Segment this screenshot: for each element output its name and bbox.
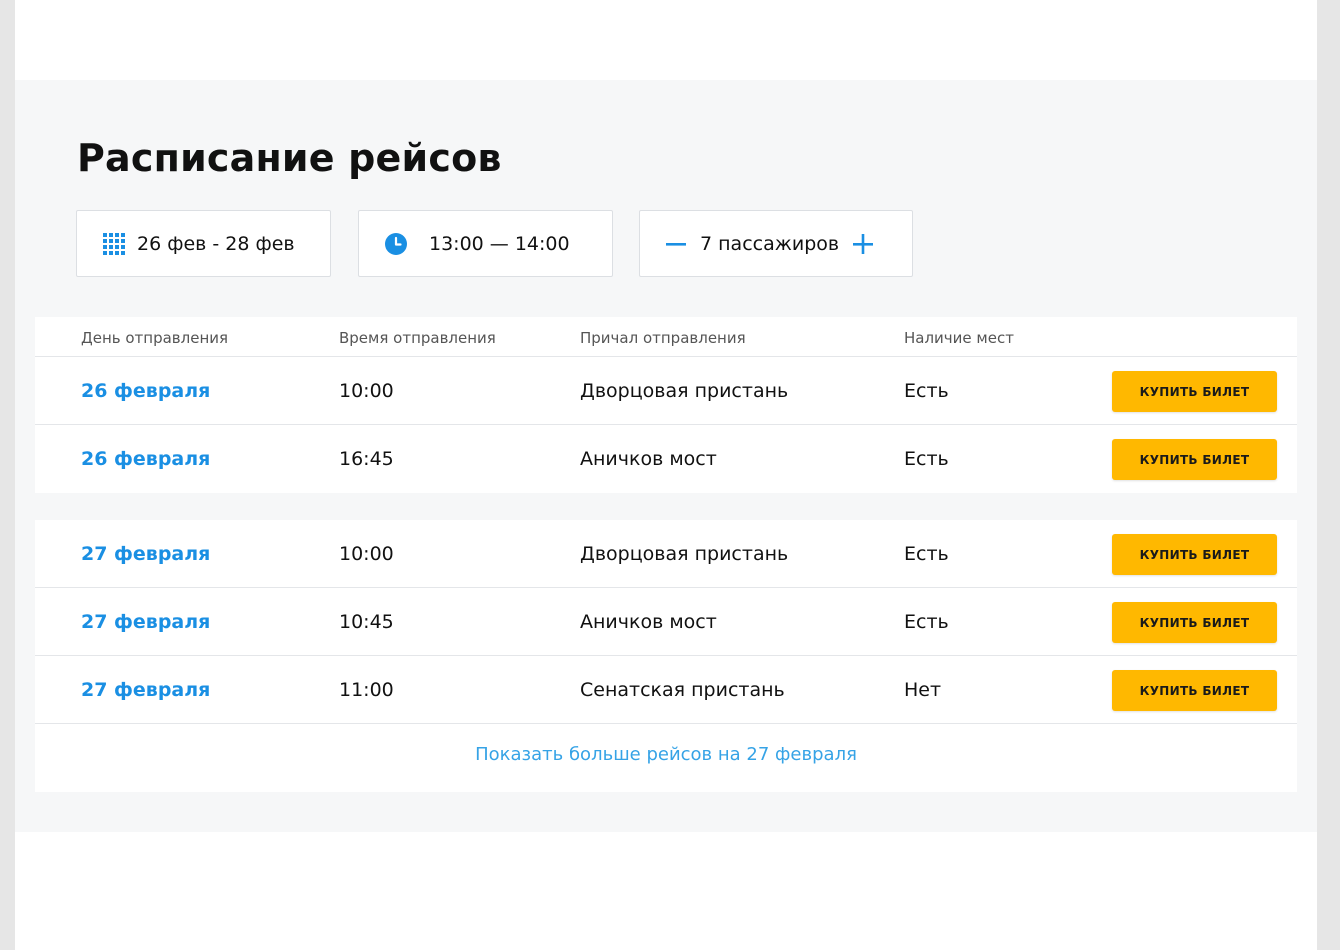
time-range-filter[interactable]: 13:00 — 14:00: [358, 210, 613, 277]
row-date[interactable]: 26 февраля: [81, 448, 210, 470]
buy-ticket-button[interactable]: Купить билет: [1112, 534, 1277, 575]
row-date[interactable]: 27 февраля: [81, 611, 210, 633]
schedule-table: День отправления Время отправления Прича…: [35, 317, 1297, 493]
time-range-label: 13:00 — 14:00: [429, 232, 570, 255]
row-time: 10:45: [339, 611, 394, 633]
row-availability: Есть: [904, 611, 949, 633]
date-range-filter[interactable]: 26 фев - 28 фев: [76, 210, 331, 277]
buy-ticket-button[interactable]: Купить билет: [1112, 602, 1277, 643]
row-time: 10:00: [339, 543, 394, 565]
table-row: 27 февраля 11:00 Сенатская пристань Нет …: [35, 656, 1297, 724]
header-departure-pier: Причал отправления: [580, 329, 746, 347]
passengers-count: 7 пассажиров: [700, 232, 840, 255]
date-range-label: 26 фев - 28 фев: [137, 232, 295, 255]
calendar-grid-icon: [103, 232, 125, 255]
increase-passengers-button[interactable]: [851, 232, 875, 256]
table-row: 27 февраля 10:45 Аничков мост Есть Купит…: [35, 588, 1297, 656]
plus-icon: [853, 233, 874, 254]
row-pier: Дворцовая пристань: [580, 543, 789, 565]
row-pier: Дворцовая пристань: [580, 380, 789, 402]
row-time: 11:00: [339, 679, 394, 701]
table-row: 27 февраля 10:00 Дворцовая пристань Есть…: [35, 520, 1297, 588]
decrease-passengers-button[interactable]: [664, 232, 688, 256]
row-date[interactable]: 27 февраля: [81, 679, 210, 701]
row-pier: Аничков мост: [580, 448, 717, 470]
row-availability: Нет: [904, 679, 942, 701]
table-row: 26 февраля 16:45 Аничков мост Есть Купит…: [35, 425, 1297, 493]
page-title: Расписание рейсов: [77, 136, 502, 180]
table-header: День отправления Время отправления Прича…: [35, 317, 1297, 357]
row-date[interactable]: 27 февраля: [81, 543, 210, 565]
header-departure-time: Время отправления: [339, 329, 496, 347]
header-departure-day: День отправления: [81, 329, 229, 347]
buy-ticket-button[interactable]: Купить билет: [1112, 371, 1277, 412]
minus-icon: [666, 242, 686, 246]
row-time: 10:00: [339, 380, 394, 402]
row-pier: Сенатская пристань: [580, 679, 785, 701]
row-availability: Есть: [904, 380, 949, 402]
row-time: 16:45: [339, 448, 394, 470]
buy-ticket-button[interactable]: Купить билет: [1112, 439, 1277, 480]
show-more-link[interactable]: Показать больше рейсов на 27 февраля: [35, 744, 1297, 765]
row-date[interactable]: 26 февраля: [81, 380, 210, 402]
buy-ticket-button[interactable]: Купить билет: [1112, 670, 1277, 711]
row-availability: Есть: [904, 448, 949, 470]
row-availability: Есть: [904, 543, 949, 565]
row-pier: Аничков мост: [580, 611, 717, 633]
header-availability: Наличие мест: [904, 329, 1014, 347]
table-row: 26 февраля 10:00 Дворцовая пристань Есть…: [35, 357, 1297, 425]
schedule-table: 27 февраля 10:00 Дворцовая пристань Есть…: [35, 520, 1297, 792]
passengers-filter: 7 пассажиров: [639, 210, 913, 277]
clock-icon: [385, 232, 407, 255]
